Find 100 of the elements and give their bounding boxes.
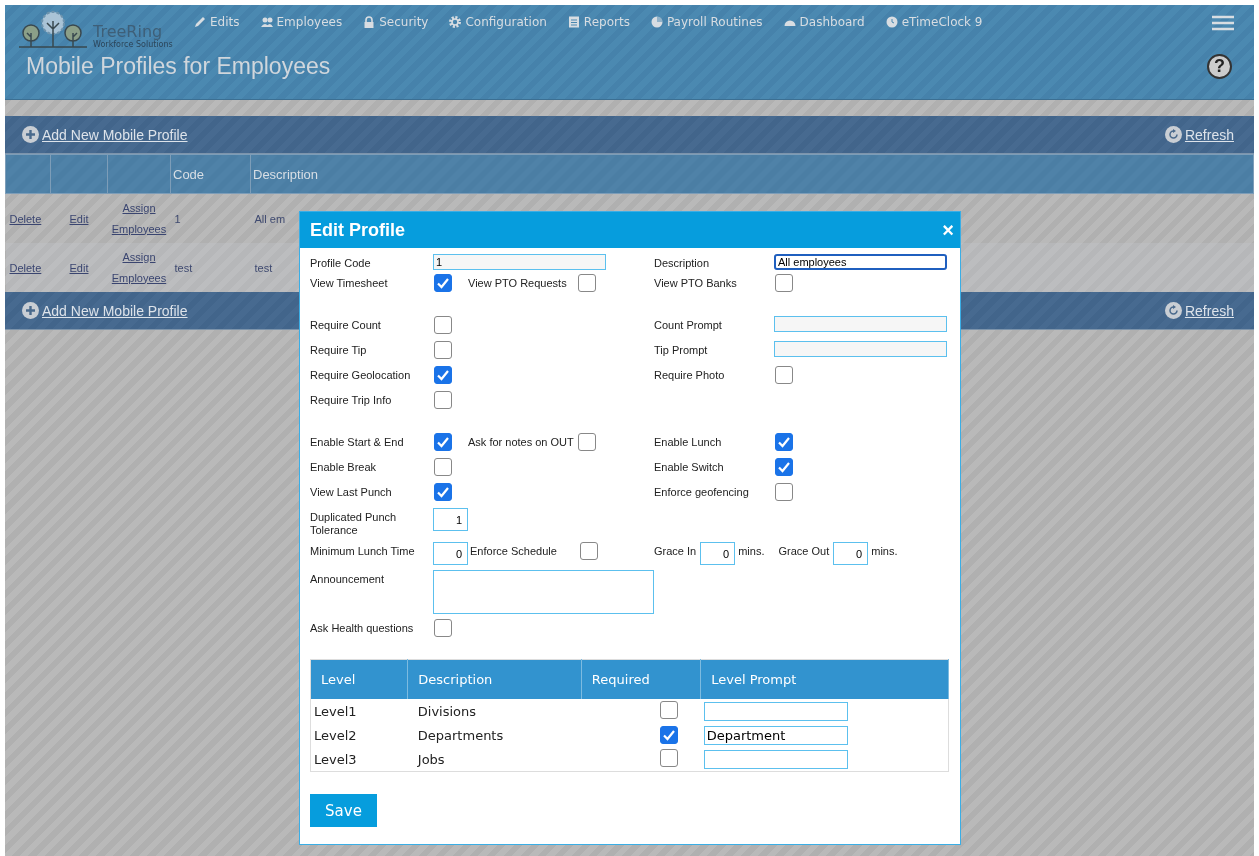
checkbox[interactable]	[775, 366, 793, 384]
logo-drawing	[17, 9, 89, 49]
field-label: View Timesheet	[310, 276, 389, 290]
field-label: Enable Switch	[654, 460, 725, 474]
plus-icon	[22, 126, 39, 143]
menu-icon[interactable]	[1212, 15, 1234, 31]
checkbox[interactable]	[775, 458, 793, 476]
add-link[interactable]: Add New Mobile Profile	[22, 126, 188, 143]
pie-icon	[649, 15, 664, 29]
field-label: Minimum Lunch Time	[310, 544, 416, 558]
text-field[interactable]: 1	[433, 254, 606, 270]
field-label: Enforce Schedule	[469, 544, 558, 558]
checkbox[interactable]	[434, 433, 452, 451]
table-cell: Jobs	[417, 751, 445, 767]
prompt-field[interactable]	[703, 701, 848, 721]
edit-link[interactable]: Edit	[69, 261, 89, 274]
number-field[interactable]: 1	[433, 508, 468, 531]
brand-name: TreeRing	[93, 24, 163, 40]
help-button[interactable]: ?	[1207, 54, 1232, 79]
table-cell: Level3	[314, 751, 357, 767]
people-icon	[259, 15, 274, 29]
column-header: Description	[407, 659, 582, 699]
nav-link[interactable]: Reports	[566, 15, 630, 29]
field-label: Profile Code	[310, 256, 372, 270]
assign-link[interactable]: Assign Employees	[111, 197, 167, 240]
checkbox[interactable]	[775, 433, 793, 451]
field-label: Enable Start & End	[310, 435, 405, 449]
unit-label: mins.	[870, 544, 898, 557]
column-header: Required	[581, 659, 701, 699]
prompt-field[interactable]: Department	[703, 725, 848, 745]
field-label: Grace Out	[778, 544, 831, 558]
column-header: Description	[250, 154, 1254, 194]
nav-link[interactable]: Security	[362, 15, 429, 29]
checkbox[interactable]	[660, 748, 678, 767]
field-label: Tip Prompt	[654, 343, 709, 357]
field-label: Require Photo	[654, 368, 726, 382]
field-label: View PTO Requests	[467, 276, 568, 290]
checkbox[interactable]	[434, 458, 452, 476]
number-field[interactable]: 0	[433, 542, 468, 565]
gear-icon	[448, 15, 463, 29]
checkbox[interactable]	[660, 725, 678, 744]
text-area[interactable]	[433, 570, 654, 614]
field-label: Count Prompt	[654, 318, 723, 332]
nav-link[interactable]: eTimeClock 9	[884, 15, 983, 29]
checkbox[interactable]	[775, 483, 793, 501]
lock-icon	[362, 15, 377, 29]
add-link[interactable]: Add New Mobile Profile	[22, 302, 188, 319]
refresh-icon	[1164, 126, 1182, 143]
refresh-link[interactable]: Refresh	[1164, 302, 1234, 319]
text-field[interactable]	[774, 316, 947, 332]
field-label: Require Tip	[310, 343, 368, 357]
delete-link[interactable]: Delete	[9, 261, 42, 274]
page-title: Mobile Profiles for Employees	[26, 53, 331, 80]
table-cell: 1	[174, 212, 181, 225]
field-label: Enable Break	[310, 460, 378, 474]
checkbox[interactable]	[434, 366, 452, 384]
nav-link[interactable]: Edits	[193, 15, 240, 29]
refresh-icon	[1164, 302, 1182, 319]
text-field[interactable]	[774, 341, 947, 357]
checkbox[interactable]	[580, 542, 598, 560]
field-label: Ask for notes on OUT	[467, 435, 575, 449]
field-label: View PTO Banks	[654, 276, 738, 290]
field-label: Enable Lunch	[654, 435, 723, 449]
plus-icon	[22, 302, 39, 319]
unit-label: mins.	[737, 544, 765, 557]
number-field[interactable]: 0	[700, 542, 736, 565]
delete-link[interactable]: Delete	[9, 212, 42, 225]
checkbox[interactable]	[660, 700, 678, 719]
checkbox[interactable]	[775, 274, 793, 292]
field-label: Announcement	[310, 572, 385, 586]
field-label: Duplicated Punch Tolerance	[310, 510, 398, 537]
checkbox[interactable]	[434, 483, 452, 501]
close-button[interactable]: ×	[942, 218, 954, 242]
checkbox[interactable]	[434, 274, 452, 292]
table-cell: All em	[254, 212, 286, 225]
refresh-link[interactable]: Refresh	[1164, 126, 1234, 143]
checkbox[interactable]	[434, 391, 452, 409]
checkbox[interactable]	[434, 316, 452, 334]
checkbox[interactable]	[578, 433, 596, 451]
clock-icon	[884, 15, 899, 29]
checkbox[interactable]	[434, 341, 452, 359]
checkbox[interactable]	[434, 619, 452, 637]
table-cell: Divisions	[417, 703, 477, 719]
field-label: Grace In	[654, 544, 698, 558]
brand-tagline: Workforce Solutions	[93, 40, 173, 49]
nav-link[interactable]: Dashboard	[782, 15, 865, 29]
field-label: Require Geolocation	[310, 368, 412, 382]
column-header: Level Prompt	[700, 659, 949, 699]
table-cell: Level2	[314, 727, 357, 743]
nav-link[interactable]: Employees	[259, 15, 343, 29]
edit-link[interactable]: Edit	[69, 212, 89, 225]
nav-link[interactable]: Payroll Routines	[649, 15, 763, 29]
field-label: Require Trip Info	[310, 393, 393, 407]
text-field[interactable]: All employees	[774, 254, 947, 270]
nav-link[interactable]: Configuration	[448, 15, 547, 29]
number-field[interactable]: 0	[833, 542, 869, 565]
prompt-field[interactable]	[703, 749, 848, 769]
checkbox[interactable]	[578, 274, 596, 292]
save-button[interactable]: Save	[310, 794, 377, 827]
column-header: Level	[310, 659, 408, 699]
